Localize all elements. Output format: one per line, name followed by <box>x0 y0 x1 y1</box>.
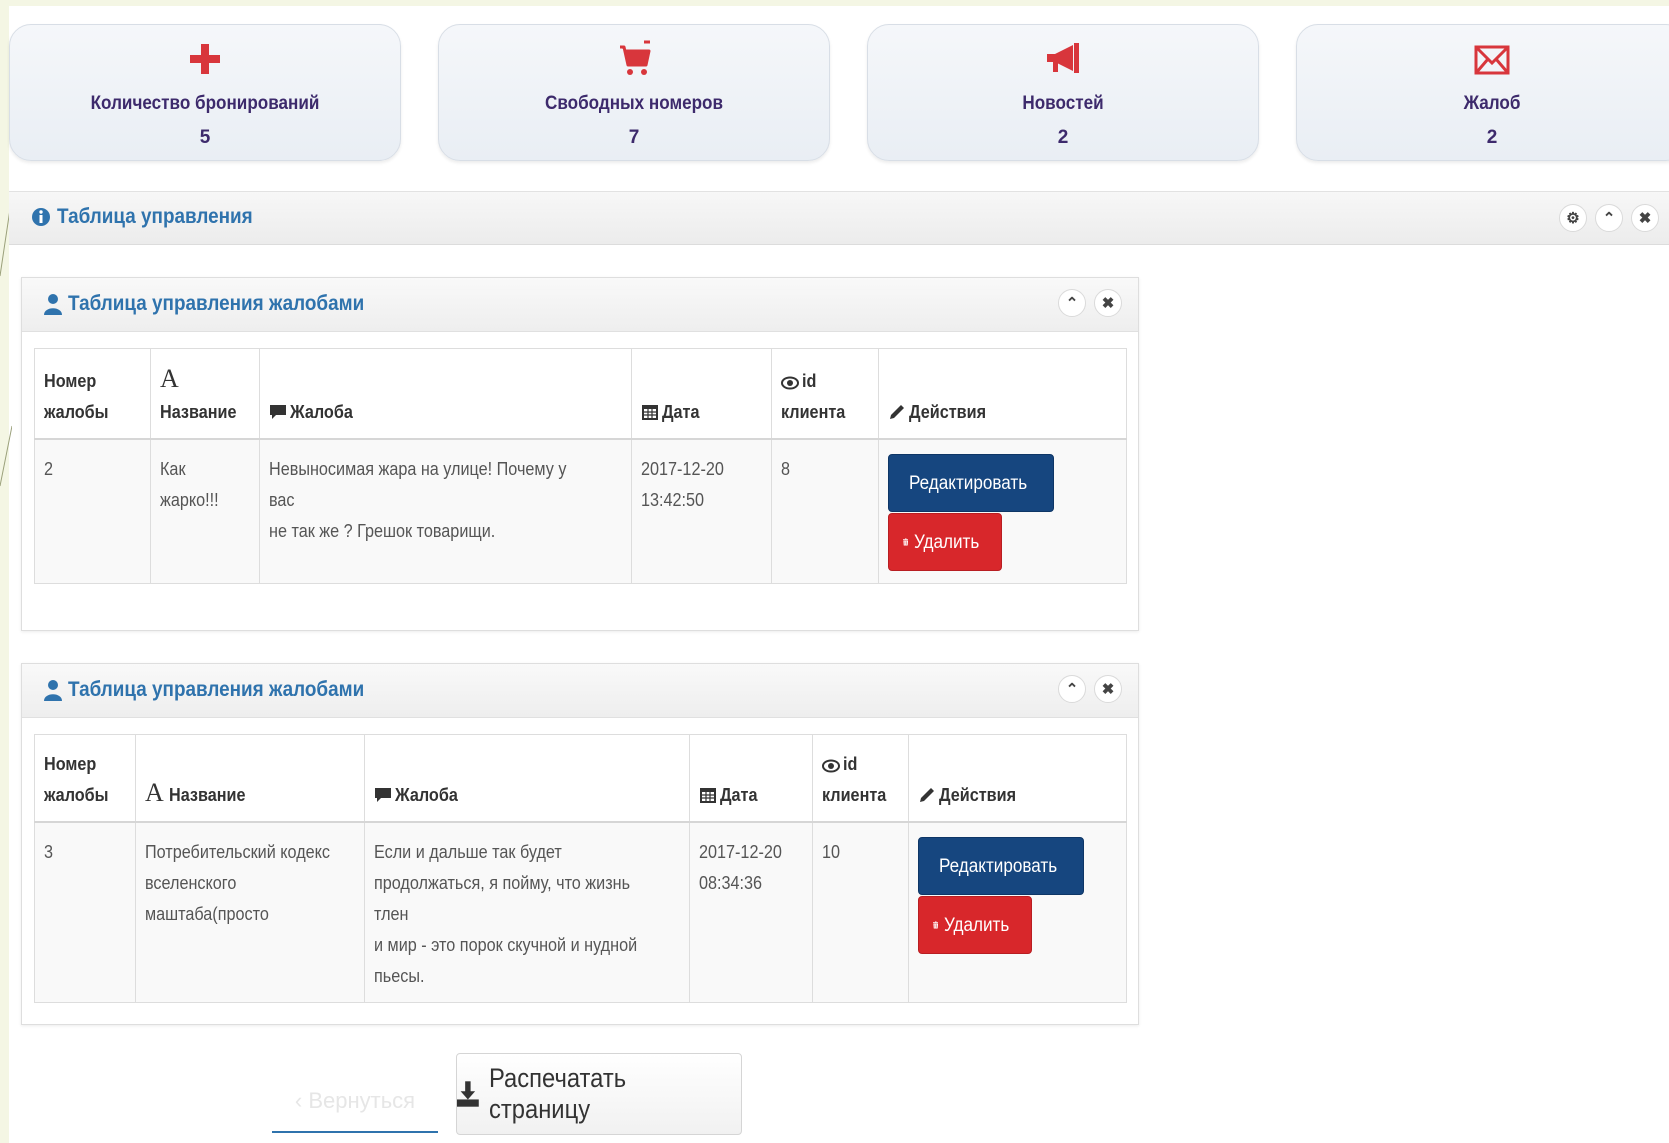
table-row: 3 Потребительский кодекс вселенского маш… <box>34 821 1127 1003</box>
complaints-table: Номер жалобы A Название Жалоба Дата id к… <box>34 348 1127 584</box>
column-header-number[interactable]: Номер жалобы <box>34 348 151 440</box>
column-header-actions[interactable]: Действия <box>908 734 1127 823</box>
cell-number: 3 <box>34 821 136 1003</box>
trash-icon <box>933 921 939 929</box>
cell-date: 2017-12-20 08:34:36 <box>689 821 813 1003</box>
bullhorn-icon <box>1047 43 1079 73</box>
management-panel: Таблица управления ⚙ ⌃ ✖ Таблица управле… <box>9 191 1669 1143</box>
plus-icon <box>190 44 220 74</box>
font-icon: A <box>145 778 164 807</box>
cell-complaint: Если и дальше так будет продолжаться, я … <box>364 821 690 1003</box>
edit-button[interactable]: Редактировать <box>918 837 1084 895</box>
cart-icon <box>620 40 651 75</box>
close-icon: ✖ <box>1638 210 1652 227</box>
complaints-panel-header: Таблица управления жалобами ⌃ ✖ <box>22 278 1138 332</box>
comment-icon <box>270 405 286 419</box>
chevron-up-icon: ⌃ <box>1065 295 1079 312</box>
eye-icon <box>822 759 840 773</box>
management-panel-header: Таблица управления ⚙ ⌃ ✖ <box>9 191 1669 245</box>
close-icon: ✖ <box>1101 295 1115 312</box>
cell-name: Как жарко!!! <box>150 438 260 584</box>
column-header-name[interactable]: A Название <box>135 734 365 823</box>
complaints-panel-title: Таблица управления жалобами <box>44 292 397 316</box>
close-button[interactable]: ✖ <box>1094 289 1122 317</box>
calendar-icon <box>700 788 716 803</box>
stat-card-free-rooms[interactable]: Свободных номеров 7 <box>438 24 830 161</box>
cell-number: 2 <box>34 438 151 584</box>
stat-card-bookings[interactable]: Количество бронирований 5 <box>9 24 401 161</box>
delete-button[interactable]: Удалить <box>918 896 1032 954</box>
settings-button[interactable]: ⚙ <box>1559 204 1587 232</box>
stat-card-news[interactable]: Новостей 2 <box>867 24 1259 161</box>
stat-value: 7 <box>628 127 640 148</box>
panel-title-text: Таблица управления жалобами <box>68 678 365 701</box>
chevron-left-icon: ‹ <box>294 1088 303 1113</box>
close-button[interactable]: ✖ <box>1094 675 1122 703</box>
chevron-up-icon: ⌃ <box>1602 210 1616 227</box>
table-row: 2 Как жарко!!! Невыносимая жара на улице… <box>34 438 1127 584</box>
stat-label: Новостей <box>1022 93 1104 114</box>
column-header-name[interactable]: A Название <box>150 348 260 440</box>
stat-label: Количество бронирований <box>90 93 320 114</box>
print-page-button[interactable]: Распечатать страницу <box>456 1053 742 1135</box>
column-header-complaint[interactable]: Жалоба <box>259 348 632 440</box>
collapse-button[interactable]: ⌃ <box>1058 289 1086 317</box>
cell-actions: Редактировать Удалить <box>908 821 1127 1003</box>
complaints-panel: Таблица управления жалобами ⌃ ✖ Номер жа… <box>21 663 1139 1025</box>
close-icon: ✖ <box>1101 681 1115 698</box>
complaints-panel: Таблица управления жалобами ⌃ ✖ Номер жа… <box>21 277 1139 631</box>
complaints-panel-title: Таблица управления жалобами <box>44 678 397 702</box>
collapse-button[interactable]: ⌃ <box>1058 675 1086 703</box>
stat-label: Свободных номеров <box>544 93 724 114</box>
page: Количество бронирований 5 Свободных номе… <box>0 0 1669 1143</box>
calendar-icon <box>642 405 658 420</box>
print-page-label: Распечатать страницу <box>488 1063 626 1124</box>
back-button-label: Вернуться <box>308 1088 416 1113</box>
download-icon <box>457 1081 479 1107</box>
panel-title-text: Таблица управления <box>57 205 253 228</box>
close-button[interactable]: ✖ <box>1631 204 1659 232</box>
collapse-button[interactable]: ⌃ <box>1595 204 1623 232</box>
cell-name: Потребительский кодекс вселенского машта… <box>135 821 365 1003</box>
user-icon <box>44 680 62 701</box>
stat-value: 5 <box>199 127 211 148</box>
eye-icon <box>781 376 799 390</box>
complaints-table: Номер жалобы A Название Жалоба Дата id к <box>34 734 1127 1003</box>
comment-icon <box>375 788 391 802</box>
stat-label: Жалоб <box>1463 93 1521 114</box>
gear-icon: ⚙ <box>1566 210 1580 227</box>
column-header-number[interactable]: Номер жалобы <box>34 734 136 823</box>
chevron-up-icon: ⌃ <box>1065 681 1079 698</box>
cell-client-id: 8 <box>771 438 879 584</box>
cell-client-id: 10 <box>812 821 909 1003</box>
column-header-client-id[interactable]: id клиента <box>812 734 909 823</box>
column-header-client-id[interactable]: id клиента <box>771 348 879 440</box>
column-header-actions[interactable]: Действия <box>878 348 1127 440</box>
user-icon <box>44 294 62 315</box>
column-header-date[interactable]: Дата <box>631 348 772 440</box>
panel-title-text: Таблица управления жалобами <box>68 292 365 315</box>
table-header-row: Номер жалобы A Название Жалоба Дата id к <box>34 734 1127 823</box>
cell-date: 2017-12-20 13:42:50 <box>631 438 772 584</box>
column-header-date[interactable]: Дата <box>689 734 813 823</box>
stat-value: 2 <box>1486 127 1498 148</box>
back-button[interactable]: ‹ Вернуться <box>272 1071 438 1133</box>
pencil-icon <box>920 788 934 802</box>
envelope-icon <box>1474 45 1510 75</box>
trash-icon <box>903 538 909 546</box>
complaints-panel-header: Таблица управления жалобами ⌃ ✖ <box>22 664 1138 718</box>
edit-button[interactable]: Редактировать <box>888 454 1054 512</box>
stat-value: 2 <box>1057 127 1069 148</box>
info-icon <box>32 208 50 226</box>
management-panel-title: Таблица управления <box>31 205 274 229</box>
cell-complaint: Невыносимая жара на улице! Почему у вас … <box>259 438 632 584</box>
cell-actions: Редактировать Удалить <box>878 438 1127 584</box>
table-header-row: Номер жалобы A Название Жалоба Дата id к… <box>34 348 1127 440</box>
font-icon: A <box>160 364 179 393</box>
stat-card-complaints[interactable]: Жалоб 2 <box>1296 24 1669 161</box>
column-header-complaint[interactable]: Жалоба <box>364 734 690 823</box>
pencil-icon <box>890 405 904 419</box>
stats-row: Количество бронирований 5 Свободных номе… <box>9 24 1669 166</box>
delete-button[interactable]: Удалить <box>888 513 1002 571</box>
